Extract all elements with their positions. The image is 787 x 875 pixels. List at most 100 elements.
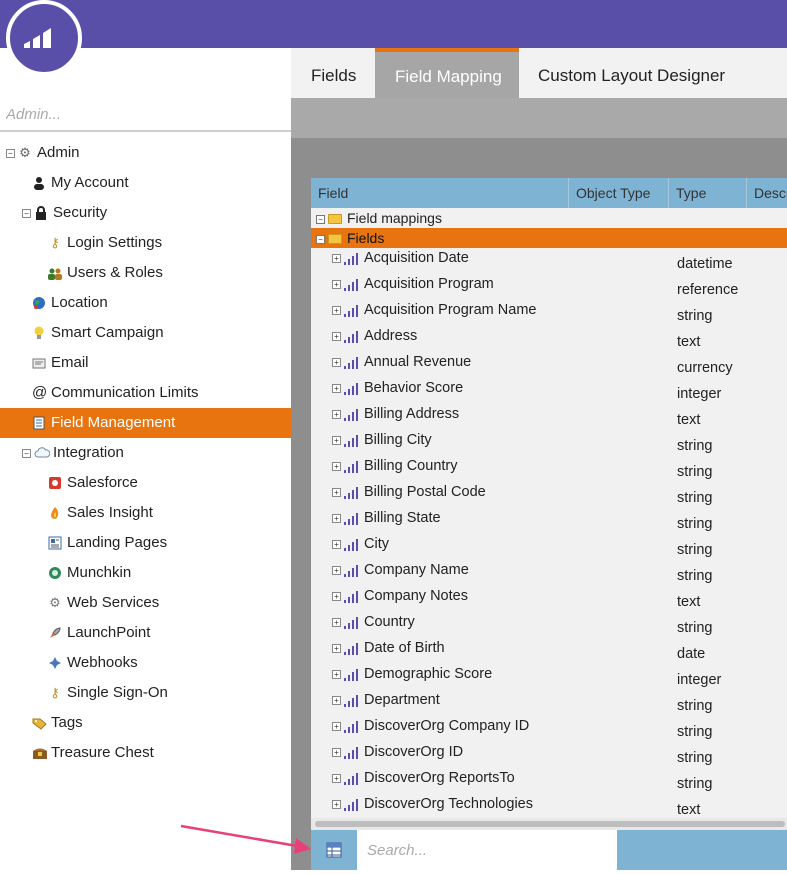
expand-icon[interactable]: + [332, 254, 341, 263]
tab-field-mapping[interactable]: Field Mapping [375, 48, 519, 98]
table-row[interactable]: + City string [311, 534, 787, 560]
field-type: string [677, 620, 713, 636]
field-name: DiscoverOrg Company ID [364, 718, 530, 734]
field-type: integer [677, 386, 722, 402]
table-row[interactable]: + Acquisition Date datetime [311, 248, 787, 274]
expand-icon[interactable]: + [332, 696, 341, 705]
tab-custom-layout-designer[interactable]: Custom Layout Designer [518, 48, 745, 98]
expand-icon[interactable]: + [332, 436, 341, 445]
tree-tags[interactable]: Tags [32, 708, 83, 738]
expand-icon[interactable]: + [332, 280, 341, 289]
tree-sales-insight[interactable]: Sales Insight [48, 498, 153, 528]
field-icon [344, 461, 360, 477]
tree-location[interactable]: Location [32, 288, 108, 318]
group-field-mappings[interactable]: − Field mappings [311, 208, 787, 228]
collapse-icon[interactable]: − [6, 148, 15, 158]
tree-email[interactable]: Email [32, 348, 89, 378]
group-fields[interactable]: − Fields [311, 228, 787, 248]
lock-icon [34, 206, 48, 221]
expand-icon[interactable]: + [332, 488, 341, 497]
table-row[interactable]: + Demographic Score integer [311, 664, 787, 690]
table-row[interactable]: + Address text [311, 326, 787, 352]
marketo-logo[interactable] [6, 0, 82, 76]
grid-search-input[interactable] [357, 830, 617, 870]
column-header-object-type[interactable]: Object Type [569, 178, 669, 208]
expand-icon[interactable]: + [332, 800, 341, 809]
tree-field-management[interactable]: Field Management [0, 408, 291, 438]
field-type: text [677, 594, 701, 610]
table-row[interactable]: + Country string [311, 612, 787, 638]
tree-smart-campaign[interactable]: Smart Campaign [32, 318, 164, 348]
tree-landing-pages[interactable]: Landing Pages [48, 528, 167, 558]
table-row[interactable]: + DiscoverOrg ReportsTo string [311, 768, 787, 794]
table-row[interactable]: + Department string [311, 690, 787, 716]
table-row[interactable]: + Billing Postal Code string [311, 482, 787, 508]
expand-icon[interactable]: + [332, 722, 341, 731]
tree-communication-limits[interactable]: @ Communication Limits [32, 378, 199, 408]
field-name: Department [364, 692, 440, 708]
fire-icon [48, 506, 62, 520]
table-row[interactable]: + Billing Address text [311, 404, 787, 430]
table-row[interactable]: + Acquisition Program Name string [311, 300, 787, 326]
tree-launchpoint[interactable]: LaunchPoint [48, 618, 150, 648]
column-header-description[interactable]: Descr [747, 178, 787, 208]
collapse-icon[interactable]: − [22, 208, 31, 218]
column-header-type[interactable]: Type [669, 178, 747, 208]
tree-login-settings[interactable]: ⚷ Login Settings [48, 228, 162, 258]
table-row[interactable]: + Billing State string [311, 508, 787, 534]
tree-webhooks[interactable]: Webhooks [48, 648, 138, 678]
table-row[interactable]: + DiscoverOrg Technologies text [311, 794, 787, 820]
expand-icon[interactable]: + [332, 566, 341, 575]
grid-search[interactable] [357, 830, 617, 870]
admin-search-input[interactable] [0, 98, 291, 130]
top-bar [0, 0, 787, 48]
expand-icon[interactable]: + [332, 644, 341, 653]
table-row[interactable]: + Date of Birth date [311, 638, 787, 664]
tree-single-sign-on[interactable]: ⚷ Single Sign-On [48, 678, 168, 708]
expand-icon[interactable]: + [332, 332, 341, 341]
tree-users-roles[interactable]: Users & Roles [48, 258, 163, 288]
tree-integration[interactable]: − Integration [22, 438, 124, 468]
tab-fields[interactable]: Fields [291, 48, 376, 98]
expand-icon[interactable]: + [332, 514, 341, 523]
horizontal-scrollbar[interactable] [311, 818, 787, 830]
expand-icon[interactable]: + [332, 748, 341, 757]
table-row[interactable]: + Acquisition Program reference [311, 274, 787, 300]
expand-icon[interactable]: + [332, 670, 341, 679]
field-type: text [677, 334, 701, 350]
admin-search[interactable] [0, 98, 291, 132]
tree-treasure-chest[interactable]: Treasure Chest [32, 738, 154, 768]
tree-admin[interactable]: − ⚙ Admin [6, 138, 80, 168]
expand-icon[interactable]: + [332, 774, 341, 783]
table-row[interactable]: + Behavior Score integer [311, 378, 787, 404]
field-type: date [677, 646, 706, 662]
field-type: datetime [677, 256, 733, 272]
field-name: Company Notes [364, 588, 468, 604]
table-row[interactable]: + Annual Revenue currency [311, 352, 787, 378]
collapse-icon[interactable]: − [22, 448, 31, 458]
grid-view-icon[interactable] [311, 830, 357, 870]
table-row[interactable]: + Billing Country string [311, 456, 787, 482]
table-row[interactable]: + Billing City string [311, 430, 787, 456]
tree-web-services[interactable]: ⚙ Web Services [48, 588, 159, 618]
table-row[interactable]: + Company Name string [311, 560, 787, 586]
expand-icon[interactable]: + [332, 410, 341, 419]
expand-icon[interactable]: + [332, 592, 341, 601]
expand-icon[interactable]: + [332, 358, 341, 367]
expand-icon[interactable]: + [332, 306, 341, 315]
scrollbar-thumb[interactable] [315, 821, 785, 827]
expand-icon[interactable]: + [332, 540, 341, 549]
table-row[interactable]: + Company Notes text [311, 586, 787, 612]
tree-security[interactable]: − Security [22, 198, 107, 228]
tree-munchkin[interactable]: Munchkin [48, 558, 131, 588]
table-row[interactable]: + DiscoverOrg Company ID string [311, 716, 787, 742]
expand-icon[interactable]: + [332, 384, 341, 393]
tree-my-account[interactable]: My Account [32, 168, 129, 198]
table-row[interactable]: + DiscoverOrg ID string [311, 742, 787, 768]
collapse-icon[interactable]: − [316, 214, 325, 224]
tree-salesforce[interactable]: Salesforce [48, 468, 138, 498]
expand-icon[interactable]: + [332, 618, 341, 627]
collapse-icon[interactable]: − [316, 234, 325, 244]
column-header-field[interactable]: Field [311, 178, 569, 208]
expand-icon[interactable]: + [332, 462, 341, 471]
